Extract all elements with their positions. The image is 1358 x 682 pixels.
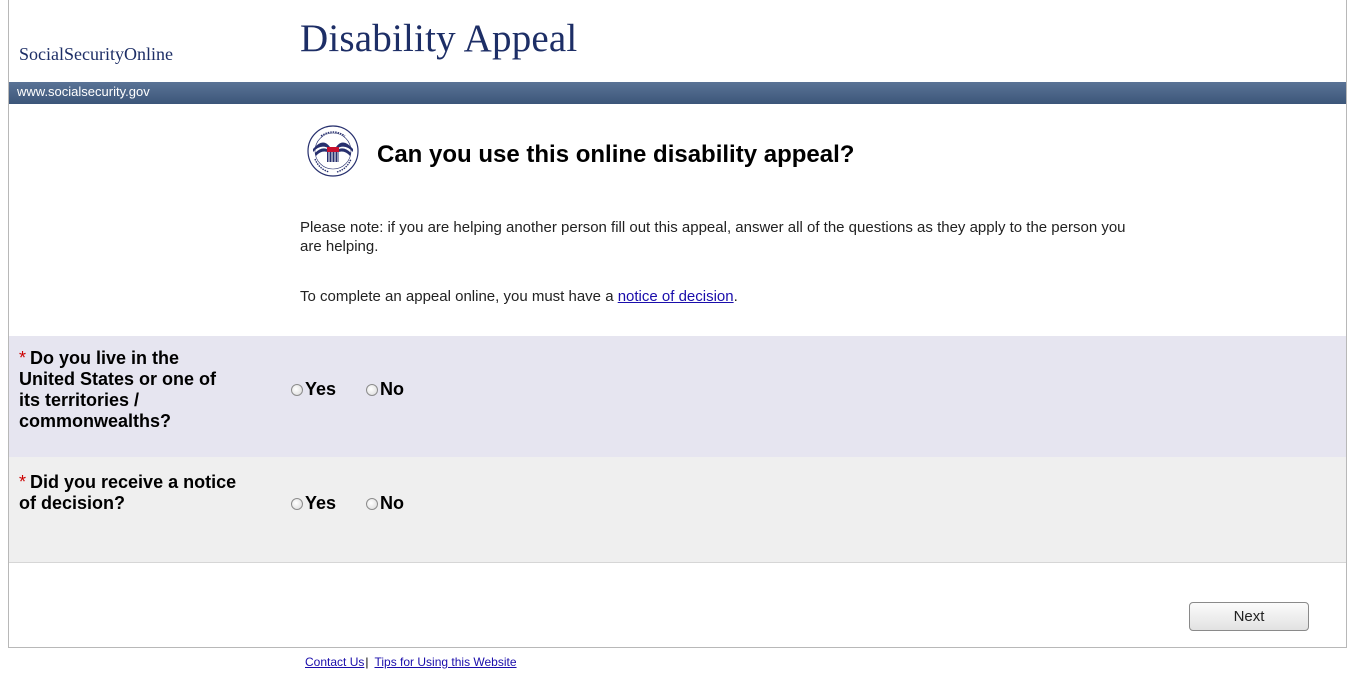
question-text: Did you receive a notice of decision?	[19, 472, 237, 513]
app-title: Disability Appeal	[300, 17, 578, 60]
notice-no-radio[interactable]	[366, 497, 379, 510]
question-row-notice: * Did you receive a notice of decision? Y…	[9, 457, 1346, 563]
residence-yes-radio[interactable]	[291, 383, 303, 396]
next-button[interactable]: Next	[1189, 602, 1309, 631]
required-asterisk: *	[19, 348, 27, 368]
brand-name: SocialSecurityOnline	[19, 44, 173, 64]
option-label: No	[380, 493, 405, 513]
notice-options: Yes No	[291, 493, 434, 514]
requirement-text: To complete an appeal online, you must h…	[300, 288, 738, 305]
residence-no-option[interactable]: No	[366, 379, 404, 400]
contact-us-link[interactable]: Contact Us	[305, 655, 364, 669]
required-asterisk: *	[19, 472, 27, 492]
option-label: No	[380, 379, 405, 399]
footer-links: Contact Us| Tips for Using this Website	[305, 655, 517, 669]
url-bar: www.socialsecurity.gov	[9, 82, 1346, 104]
notice-yes-radio[interactable]	[291, 497, 303, 510]
notice-of-decision-link[interactable]: notice of decision	[618, 288, 734, 305]
requirement-prefix: To complete an appeal online, you must h…	[300, 288, 618, 305]
page-heading: Can you use this online disability appea…	[377, 141, 855, 168]
notice-yes-option[interactable]: Yes	[291, 493, 336, 514]
helper-note: Please note: if you are helping another …	[300, 219, 1126, 255]
site-url: www.socialsecurity.gov	[17, 84, 150, 99]
option-label: Yes	[305, 379, 337, 399]
residence-yes-option[interactable]: Yes	[291, 379, 336, 400]
question-label-notice: * Did you receive a notice of decision?	[19, 472, 239, 514]
requirement-suffix: .	[733, 288, 738, 305]
page-frame: SocialSecurityOnline Disability Appeal w…	[8, 0, 1347, 648]
ssa-seal-icon	[299, 125, 369, 177]
question-row-residence: * Do you live in the United States or one…	[9, 336, 1346, 457]
footer-separator: |	[365, 655, 369, 669]
residence-no-radio[interactable]	[366, 383, 379, 396]
site-header: SocialSecurityOnline Disability Appeal	[9, 0, 1346, 82]
question-text: Do you live in the United States or one …	[19, 348, 217, 431]
residence-options: Yes No	[291, 379, 434, 400]
question-label-residence: * Do you live in the United States or one…	[19, 348, 239, 432]
option-label: Yes	[305, 493, 337, 513]
notice-no-option[interactable]: No	[366, 493, 404, 514]
tips-link[interactable]: Tips for Using this Website	[374, 655, 516, 669]
